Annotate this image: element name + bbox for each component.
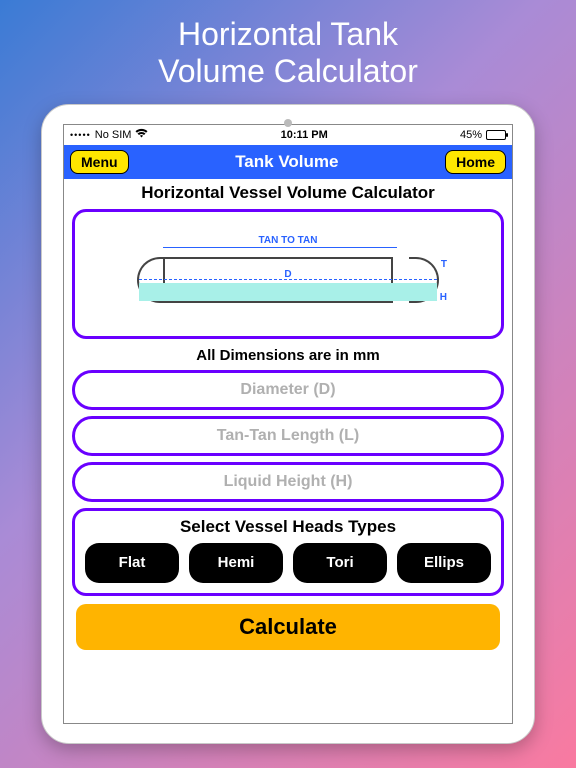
hero-line1: Horizontal Tank — [158, 16, 418, 53]
diagram-h-label: H — [440, 292, 447, 303]
hero-title: Horizontal Tank Volume Calculator — [158, 0, 418, 104]
promo-background: Horizontal Tank Volume Calculator ••••• … — [0, 0, 576, 768]
calculate-button[interactable]: Calculate — [76, 604, 500, 650]
length-field[interactable]: Tan-Tan Length (L) — [72, 416, 504, 456]
diagram-d-label: D — [133, 269, 443, 280]
height-field[interactable]: Liquid Height (H) — [72, 462, 504, 502]
hero-line2: Volume Calculator — [158, 53, 418, 90]
home-button[interactable]: Home — [445, 150, 506, 174]
carrier-label: No SIM — [95, 129, 132, 141]
battery-percent: 45% — [460, 129, 482, 141]
heads-title: Select Vessel Heads Types — [85, 517, 491, 537]
diagram-panel: TAN TO TAN D T H — [72, 209, 504, 339]
length-placeholder: Tan-Tan Length (L) — [217, 427, 359, 445]
battery-icon — [486, 130, 506, 140]
nav-title: Tank Volume — [235, 152, 338, 172]
diameter-field[interactable]: Diameter (D) — [72, 370, 504, 410]
head-option-ellips[interactable]: Ellips — [397, 543, 491, 583]
liquid-fill-icon — [139, 283, 437, 301]
diameter-placeholder: Diameter (D) — [240, 381, 335, 399]
diagram-tan-arrow — [163, 247, 397, 248]
wifi-icon — [135, 128, 148, 141]
height-placeholder: Liquid Height (H) — [224, 473, 353, 491]
head-option-hemi[interactable]: Hemi — [189, 543, 283, 583]
status-left: ••••• No SIM — [70, 128, 148, 141]
status-bar: ••••• No SIM 10:11 PM 45% — [64, 125, 512, 145]
page-title: Horizontal Vessel Volume Calculator — [72, 183, 504, 203]
nav-bar: Menu Tank Volume Home — [64, 145, 512, 179]
head-option-flat[interactable]: Flat — [85, 543, 179, 583]
clock: 10:11 PM — [281, 129, 328, 141]
heads-row: Flat Hemi Tori Ellips — [85, 543, 491, 583]
status-right: 45% — [460, 129, 506, 141]
signal-dots-icon: ••••• — [70, 130, 91, 140]
app-screen: ••••• No SIM 10:11 PM 45% Menu Tank Volu… — [63, 124, 513, 724]
device-frame: ••••• No SIM 10:11 PM 45% Menu Tank Volu… — [41, 104, 535, 744]
dimensions-note: All Dimensions are in mm — [72, 347, 504, 364]
menu-button[interactable]: Menu — [70, 150, 129, 174]
head-option-tori[interactable]: Tori — [293, 543, 387, 583]
diagram-tan-label: TAN TO TAN — [133, 235, 443, 246]
diagram-t-label: T — [441, 259, 447, 270]
content-area: Horizontal Vessel Volume Calculator TAN … — [64, 179, 512, 723]
tank-diagram: TAN TO TAN D T H — [133, 229, 443, 319]
heads-panel: Select Vessel Heads Types Flat Hemi Tori… — [72, 508, 504, 596]
